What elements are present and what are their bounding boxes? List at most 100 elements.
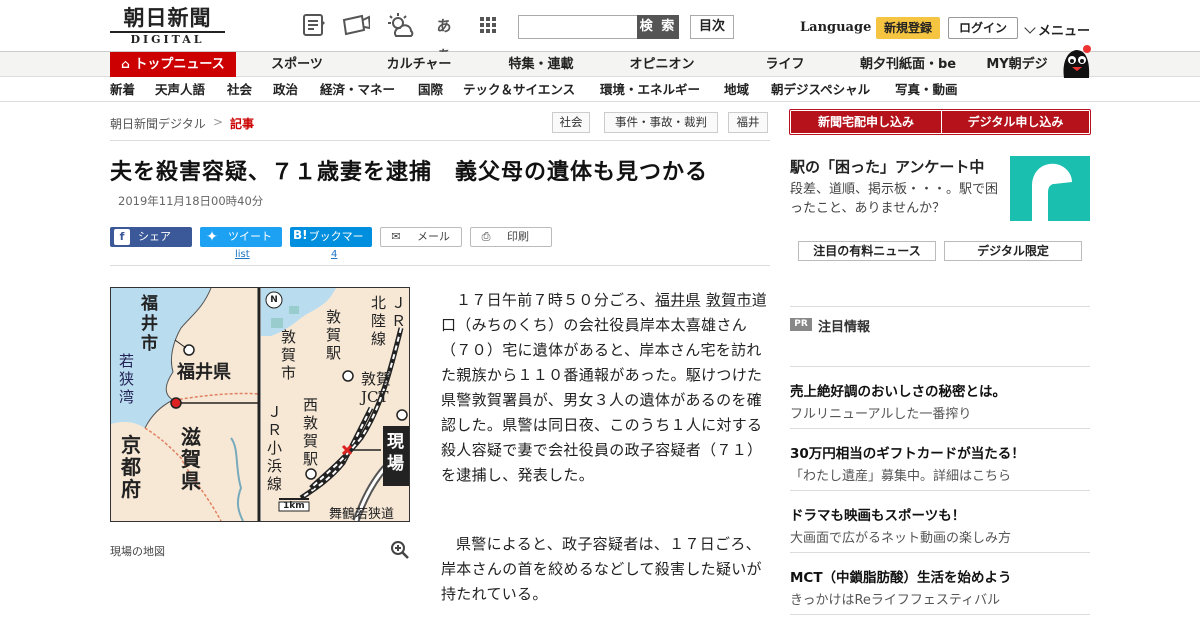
- font-size-icon[interactable]: あぁ: [430, 12, 458, 63]
- subnav-tenseijingo[interactable]: 天声人語: [155, 80, 205, 100]
- ad-description[interactable]: 「わたし遺産」募集中。詳細はこちら: [790, 465, 1011, 484]
- nav-sports[interactable]: スポーツ: [260, 52, 334, 77]
- divider: [790, 306, 1090, 307]
- divider: [790, 614, 1090, 615]
- nav-culture[interactable]: カルチャー: [376, 52, 462, 77]
- subnav-tech[interactable]: テック＆サイエンス: [463, 80, 575, 100]
- article-paragraph: １７日午前７時５０分ごろ、福井県 敦賀市道口（みちのくち）の会社役員岸本太喜雄さ…: [441, 288, 771, 488]
- hatena-bookmark-button[interactable]: B!ブックマーク: [290, 227, 372, 263]
- ad-description[interactable]: フルリニューアルした一番搾り: [790, 403, 971, 422]
- twitter-icon: ✦: [206, 229, 218, 245]
- map-label-tsuruga-station: 敦賀駅: [326, 308, 342, 362]
- twitter-count-link[interactable]: list: [235, 249, 250, 260]
- search-button[interactable]: 検 索: [637, 15, 679, 39]
- ad-title[interactable]: 売上絶好調のおいしさの秘密とは。: [790, 380, 1006, 400]
- toc-button[interactable]: 目次: [690, 15, 734, 39]
- zoom-icon[interactable]: [390, 540, 410, 560]
- paragraph-text: １７日午前７時５０分ごろ、: [456, 291, 655, 309]
- hatena-count-link[interactable]: 4: [331, 249, 337, 260]
- tag-incident[interactable]: 事件・事故・裁判: [604, 112, 718, 133]
- map-label-tsuruga-jct: 敦賀JCT: [361, 370, 392, 406]
- article-map[interactable]: 福井市 福井県 若狭湾 京都府 滋賀県 N 敦賀市 敦賀駅 北陸線 ＪＲ 敦賀J…: [110, 287, 410, 522]
- ad-title[interactable]: ドラマも映画もスポーツも！: [790, 504, 965, 524]
- subnav-latest[interactable]: 新着: [110, 80, 135, 100]
- article-headline: 夫を殺害容疑、７１歳妻を逮捕 義父母の遺体も見つかる: [110, 160, 709, 185]
- pr-title: 注目情報: [818, 320, 871, 335]
- print-button[interactable]: ⎙ 印刷: [470, 227, 552, 247]
- map-label-obama-line: ＪＲ小浜線: [267, 403, 283, 493]
- search-input[interactable]: [518, 15, 638, 39]
- survey-title[interactable]: 駅の「困った」アンケート中: [790, 156, 984, 177]
- divider: [110, 140, 770, 141]
- breadcrumb-current: 記事: [230, 117, 255, 131]
- twitter-share-button[interactable]: ✦ ツイート: [200, 227, 282, 247]
- link-tsuruga[interactable]: 敦賀市: [706, 291, 752, 309]
- nav-features[interactable]: 特集・連載: [497, 52, 585, 77]
- article-paragraph: 県警によると、政子容疑者は、１７日ごろ、岸本さんの首を絞めるなどして殺害した疑い…: [441, 535, 762, 603]
- hatena-icon: B!: [293, 228, 308, 242]
- site-logo[interactable]: 朝日新聞 DIGITAL: [110, 6, 225, 46]
- paragraph-text: 道口（みちのくち）の会社役員岸本太喜雄さん（７０）宅に遺体があると、岸本さん宅を…: [441, 291, 768, 484]
- divider: [790, 428, 1090, 429]
- nav-paper[interactable]: 朝夕刊紙面・be: [856, 52, 960, 77]
- divider: [790, 490, 1090, 491]
- map-label-nishi-tsuruga: 西敦賀駅: [303, 396, 319, 468]
- pr-badge: PR: [790, 318, 812, 331]
- newspaper-icon[interactable]: [300, 12, 328, 40]
- mascot-icon[interactable]: [1060, 44, 1092, 78]
- survey-image[interactable]: [1010, 156, 1090, 221]
- map-label-hokuriku-line: 北陸線: [371, 294, 387, 348]
- home-icon: ⌂: [121, 57, 130, 71]
- nav-life[interactable]: ライフ: [755, 52, 815, 77]
- subnav-politics[interactable]: 政治: [273, 80, 298, 100]
- map-label-shiga: 滋賀県: [181, 425, 201, 493]
- nav-my-asadigi[interactable]: MY朝デジ: [982, 52, 1052, 77]
- ad-title[interactable]: MCT（中鎖脂肪酸）生活を始めよう: [790, 566, 1012, 586]
- weather-icon[interactable]: [386, 12, 414, 40]
- facebook-share-button[interactable]: f シェア: [110, 227, 192, 247]
- subscribe-paper-button[interactable]: 新聞宅配申し込み: [791, 111, 941, 133]
- mail-share-button[interactable]: ✉ メール: [380, 227, 462, 247]
- breadcrumb-home[interactable]: 朝日新聞デジタル: [110, 115, 206, 132]
- link-fukui[interactable]: 福井県: [655, 291, 701, 309]
- digital-only-button[interactable]: デジタル限定: [944, 241, 1082, 261]
- nav-top-news[interactable]: ⌂ トップニュース: [110, 52, 236, 77]
- nav-opinion[interactable]: オピニオン: [620, 52, 704, 77]
- subnav-society[interactable]: 社会: [227, 80, 252, 100]
- twitter-share-label: ツイート: [228, 230, 272, 243]
- subscribe-digital-button[interactable]: デジタル申し込み: [942, 111, 1089, 133]
- map-label-tsuruga-city: 敦賀市: [281, 328, 297, 382]
- nav-top-news-label: トップニュース: [134, 57, 225, 72]
- subnav-environment[interactable]: 環境・エネルギー: [600, 80, 700, 100]
- map-label-jr: ＪＲ: [391, 294, 407, 330]
- language-link[interactable]: Language: [800, 20, 871, 35]
- subnav-local[interactable]: 地域: [724, 80, 749, 100]
- register-button[interactable]: 新規登録: [876, 17, 940, 39]
- tag-fukui[interactable]: 福井: [728, 112, 768, 133]
- article-date: 2019年11月18日00時40分: [118, 194, 264, 208]
- north-arrow-icon: N: [270, 295, 278, 305]
- divider: [790, 366, 1090, 367]
- mail-icon: ✉: [391, 230, 401, 243]
- tag-society[interactable]: 社会: [552, 112, 590, 133]
- print-icon: ⎙: [481, 230, 491, 243]
- survey-text[interactable]: 段差、道順、掲示板・・・。駅で困ったこと、ありませんか？: [790, 180, 1005, 218]
- facebook-icon: f: [114, 229, 130, 245]
- grid-menu-icon[interactable]: [474, 12, 502, 40]
- subnav-special[interactable]: 朝デジスペシャル: [771, 80, 870, 100]
- login-button[interactable]: ログイン: [948, 17, 1018, 39]
- ad-description[interactable]: きっかけはReライフフェスティバル: [790, 589, 1000, 608]
- map-caption: 現場の地図: [110, 545, 165, 558]
- paid-news-button[interactable]: 注目の有料ニュース: [798, 241, 936, 261]
- map-label-fukui-city: 福井市: [141, 294, 158, 354]
- ad-title[interactable]: 30万円相当のギフトカードが当たる！: [790, 442, 1025, 462]
- menu-button[interactable]: メニュー: [1024, 20, 1090, 39]
- subnav-international[interactable]: 国際: [418, 80, 443, 100]
- subnav-photo[interactable]: 写真・動画: [895, 80, 958, 100]
- video-icon[interactable]: [342, 12, 372, 40]
- map-label-fukui-pref: 福井県: [177, 362, 231, 383]
- ad-description[interactable]: 大画面で広がるネット動画の楽しみ方: [790, 527, 1011, 546]
- facebook-share-label: シェア: [138, 230, 171, 243]
- map-label-wakasa-bay: 若狭湾: [119, 352, 135, 406]
- subnav-economy[interactable]: 経済・マネー: [320, 80, 395, 100]
